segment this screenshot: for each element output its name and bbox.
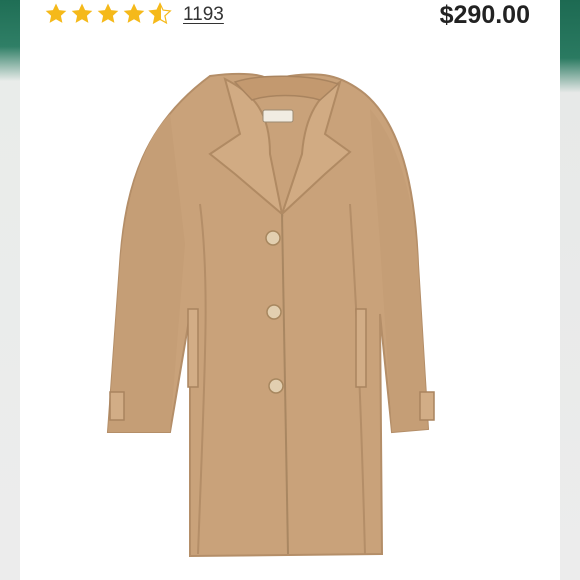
rating-stars[interactable] — [44, 2, 172, 26]
half-star-icon — [148, 2, 172, 25]
star-icon — [97, 3, 119, 23]
star-icon — [71, 3, 93, 23]
product-image-coat[interactable] — [20, 34, 560, 580]
review-count-link[interactable]: 1193 — [183, 4, 224, 26]
product-price: $290.00 — [439, 1, 530, 29]
star-icon — [45, 3, 67, 23]
star-icon — [123, 3, 145, 23]
product-summary-bar: 1193 $290.00 — [20, 0, 560, 34]
right-frame-edge — [560, 0, 580, 580]
left-frame-edge — [0, 0, 20, 580]
